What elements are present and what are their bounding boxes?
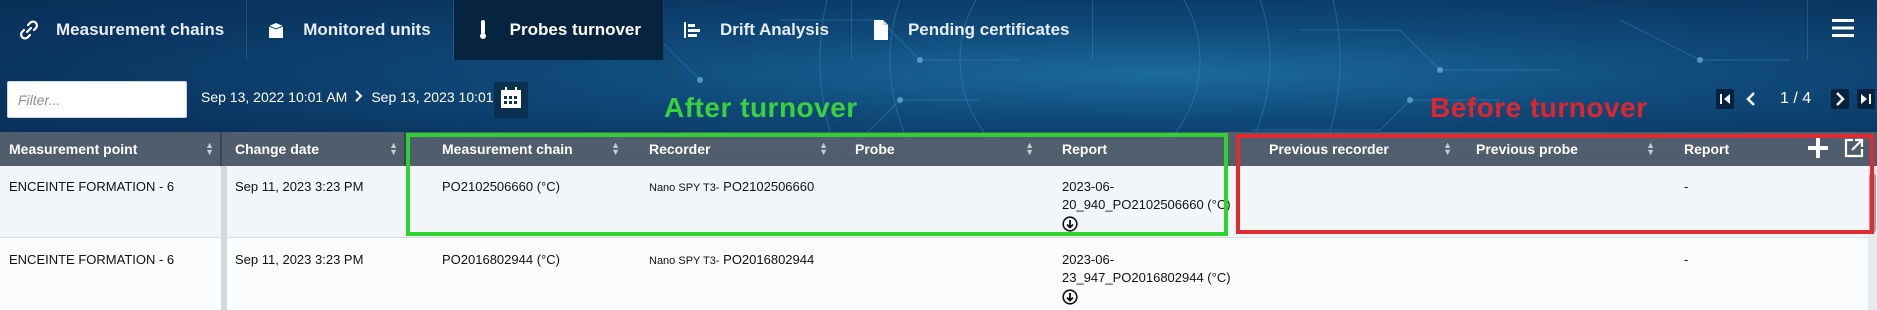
prev-page-icon[interactable] [1742,89,1760,109]
table-row[interactable]: ENCEINTE FORMATION - 6 Sep 11, 2023 3:23… [0,239,1868,310]
next-page-icon[interactable] [1831,89,1850,109]
tab-label: Pending certificates [907,20,1070,39]
cell-measurement-point: ENCEINTE FORMATION - 6 [9,252,175,267]
annotation-before-turnover: Before turnover [1430,92,1648,123]
tab-drift-analysis[interactable]: Drift Analysis [664,0,852,60]
annotation-after-turnover: After turnover [664,92,858,123]
top-navigation: Measurement chains Monitored units Probe… [0,0,1877,60]
hamburger-menu-button[interactable] [1807,0,1877,60]
sort-icon: ▲ ▼ [205,140,214,157]
document-icon [870,19,892,41]
cell-recorder: Nano SPY T3- PO2016802944 [649,251,814,270]
first-page-icon[interactable] [1716,89,1734,109]
report-name-line: 2023-06- [1062,252,1115,267]
pagination: 1 / 4 [1716,89,1876,109]
tab-label: Measurement chains [56,20,225,39]
recorder-id: PO2016802944 [719,252,815,267]
cell-change-date: Sep 11, 2023 3:23 PM [235,179,364,194]
date-from: Sep 13, 2022 10:01 AM [201,89,348,105]
column-divider [221,166,227,310]
tab-label: Monitored units [303,20,431,39]
tab-pending-certificates[interactable]: Pending certificates [852,0,1093,60]
tab-probes-turnover[interactable]: Probes turnover [453,0,664,60]
cell-measurement-point: ENCEINTE FORMATION - 6 [9,179,175,194]
annotation-box-before [1236,134,1874,234]
chevron-right-icon [355,89,363,105]
probe-icon [472,19,494,41]
tab-label: Probes turnover [509,20,641,39]
recorder-model: Nano SPY T3- [649,255,720,267]
date-range: Sep 13, 2022 10:01 AM Sep 13, 2023 10:01… [201,89,518,105]
hamburger-menu-icon [1831,18,1854,42]
column-label: Measurement point [9,141,138,157]
page-indicator: 1 / 4 [1780,90,1812,107]
cell-change-date: Sep 11, 2023 3:23 PM [235,252,364,267]
calendar-icon [500,86,522,114]
cell-measurement-chain: PO2016802944 (°C) [442,252,560,267]
download-icon[interactable] [1062,289,1078,310]
calendar-button[interactable] [494,82,528,118]
cell-report: 2023-06- 23_947_PO2016802944 (°C) [1062,251,1231,310]
tab-label: Drift Analysis [719,20,829,39]
chain-link-icon [18,19,40,41]
column-label: Change date [235,141,320,157]
box-icon [265,19,287,41]
column-header-change-date[interactable]: Change date ▲ ▼ [226,132,406,166]
filter-input[interactable] [7,81,187,118]
report-name-line: 23_947_PO2016802944 (°C) [1062,270,1231,285]
cell-previous-report: - [1684,252,1689,267]
last-page-icon[interactable] [1857,89,1876,109]
tab-monitored-units[interactable]: Monitored units [247,0,454,60]
sort-icon: ▲ ▼ [389,140,398,157]
drift-chart-icon [682,19,704,41]
column-header-measurement-point[interactable]: Measurement point ▲ ▼ [0,132,222,166]
tab-measurement-chains[interactable]: Measurement chains [0,0,248,60]
annotation-box-after [406,133,1228,236]
